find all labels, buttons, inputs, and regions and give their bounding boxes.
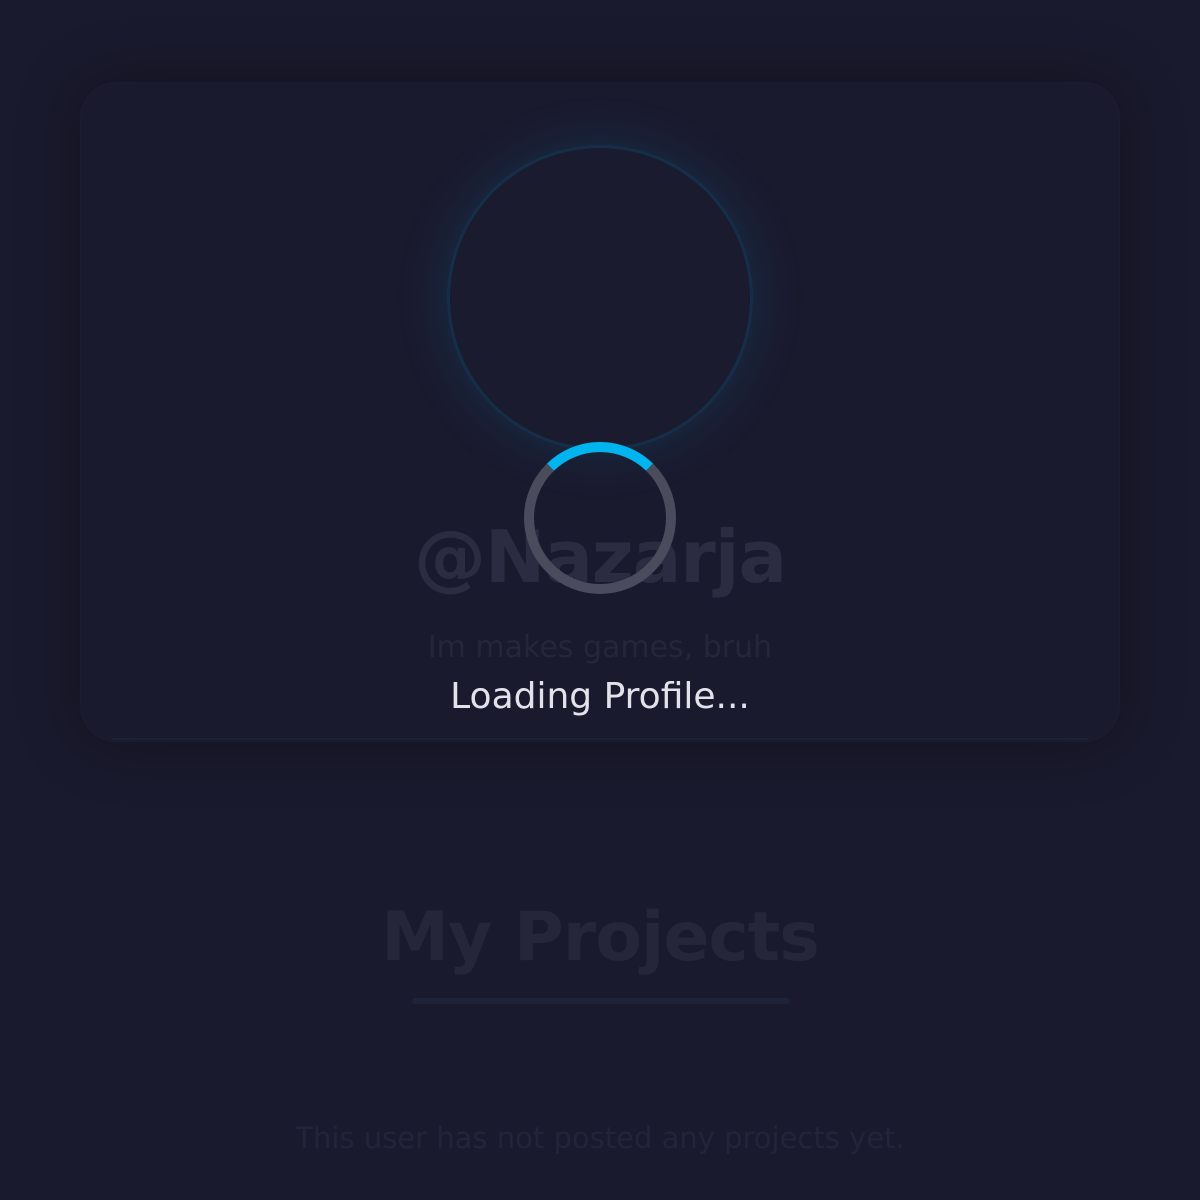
profile-page: @Nazarja Im makes games, bruh My Project… (0, 0, 1200, 1200)
loading-text: Loading Profile... (450, 676, 750, 717)
loading-spinner-icon (524, 442, 676, 594)
spinner-track (524, 442, 676, 594)
spinner-arc (547, 442, 653, 471)
loading-overlay: Loading Profile... (0, 0, 1200, 1200)
